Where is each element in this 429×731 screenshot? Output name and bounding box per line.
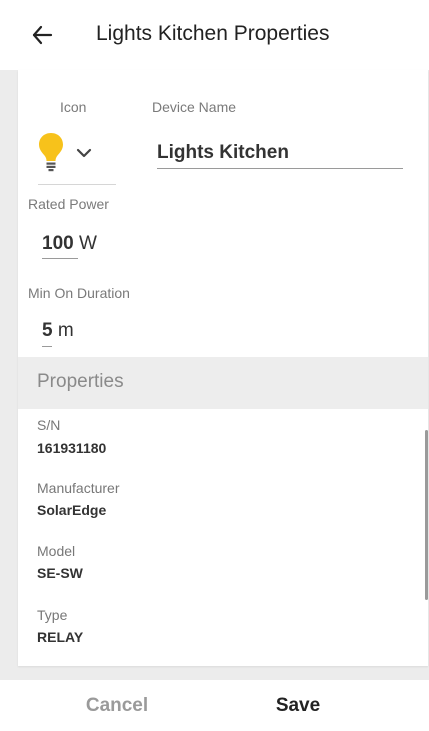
type-value: RELAY <box>37 629 84 645</box>
icon-picker[interactable] <box>38 132 116 184</box>
back-arrow-icon <box>32 25 53 45</box>
lightbulb-icon <box>39 133 63 172</box>
rated-power-field[interactable]: 100 W <box>42 233 97 255</box>
device-name-underline <box>157 168 403 169</box>
app-header: Lights Kitchen Properties <box>0 0 429 70</box>
save-button[interactable]: Save <box>191 680 405 731</box>
chevron-down-icon <box>76 148 92 158</box>
rated-power-unit: W <box>78 233 97 254</box>
device-name-label: Device Name <box>152 99 237 115</box>
min-on-duration-label: Min On Duration <box>28 285 130 301</box>
sn-label: S/N <box>37 417 61 433</box>
icon-label: Icon <box>60 99 87 115</box>
back-button[interactable] <box>28 21 56 49</box>
sn-value: 161931180 <box>37 440 107 456</box>
manufacturer-label: Manufacturer <box>37 480 120 496</box>
manufacturer-value: SolarEdge <box>37 502 107 518</box>
scrollbar[interactable] <box>425 430 428 600</box>
min-on-duration-field[interactable]: 5 m <box>42 320 74 342</box>
action-bar: Cancel Save <box>0 680 429 731</box>
device-properties-screen: Lights Kitchen Properties Icon Device Na… <box>0 0 429 731</box>
rated-power-underline <box>42 258 78 259</box>
min-on-duration-underline <box>42 346 52 347</box>
rated-power-value: 100 <box>42 233 74 254</box>
min-on-duration-value: 5 <box>42 320 53 341</box>
icon-picker-underline <box>38 184 116 185</box>
section-title: Properties <box>37 371 124 392</box>
rated-power-label: Rated Power <box>28 196 109 212</box>
properties-section-header: Properties <box>18 357 428 409</box>
model-value: SE-SW <box>37 565 83 581</box>
page-title: Lights Kitchen Properties <box>96 22 330 45</box>
device-name-field[interactable]: Lights Kitchen <box>157 142 289 164</box>
type-label: Type <box>37 607 68 623</box>
model-label: Model <box>37 543 76 559</box>
properties-card: Icon Device Name Lights Kitchen Rated Po… <box>18 70 428 666</box>
min-on-duration-unit: m <box>57 320 74 341</box>
